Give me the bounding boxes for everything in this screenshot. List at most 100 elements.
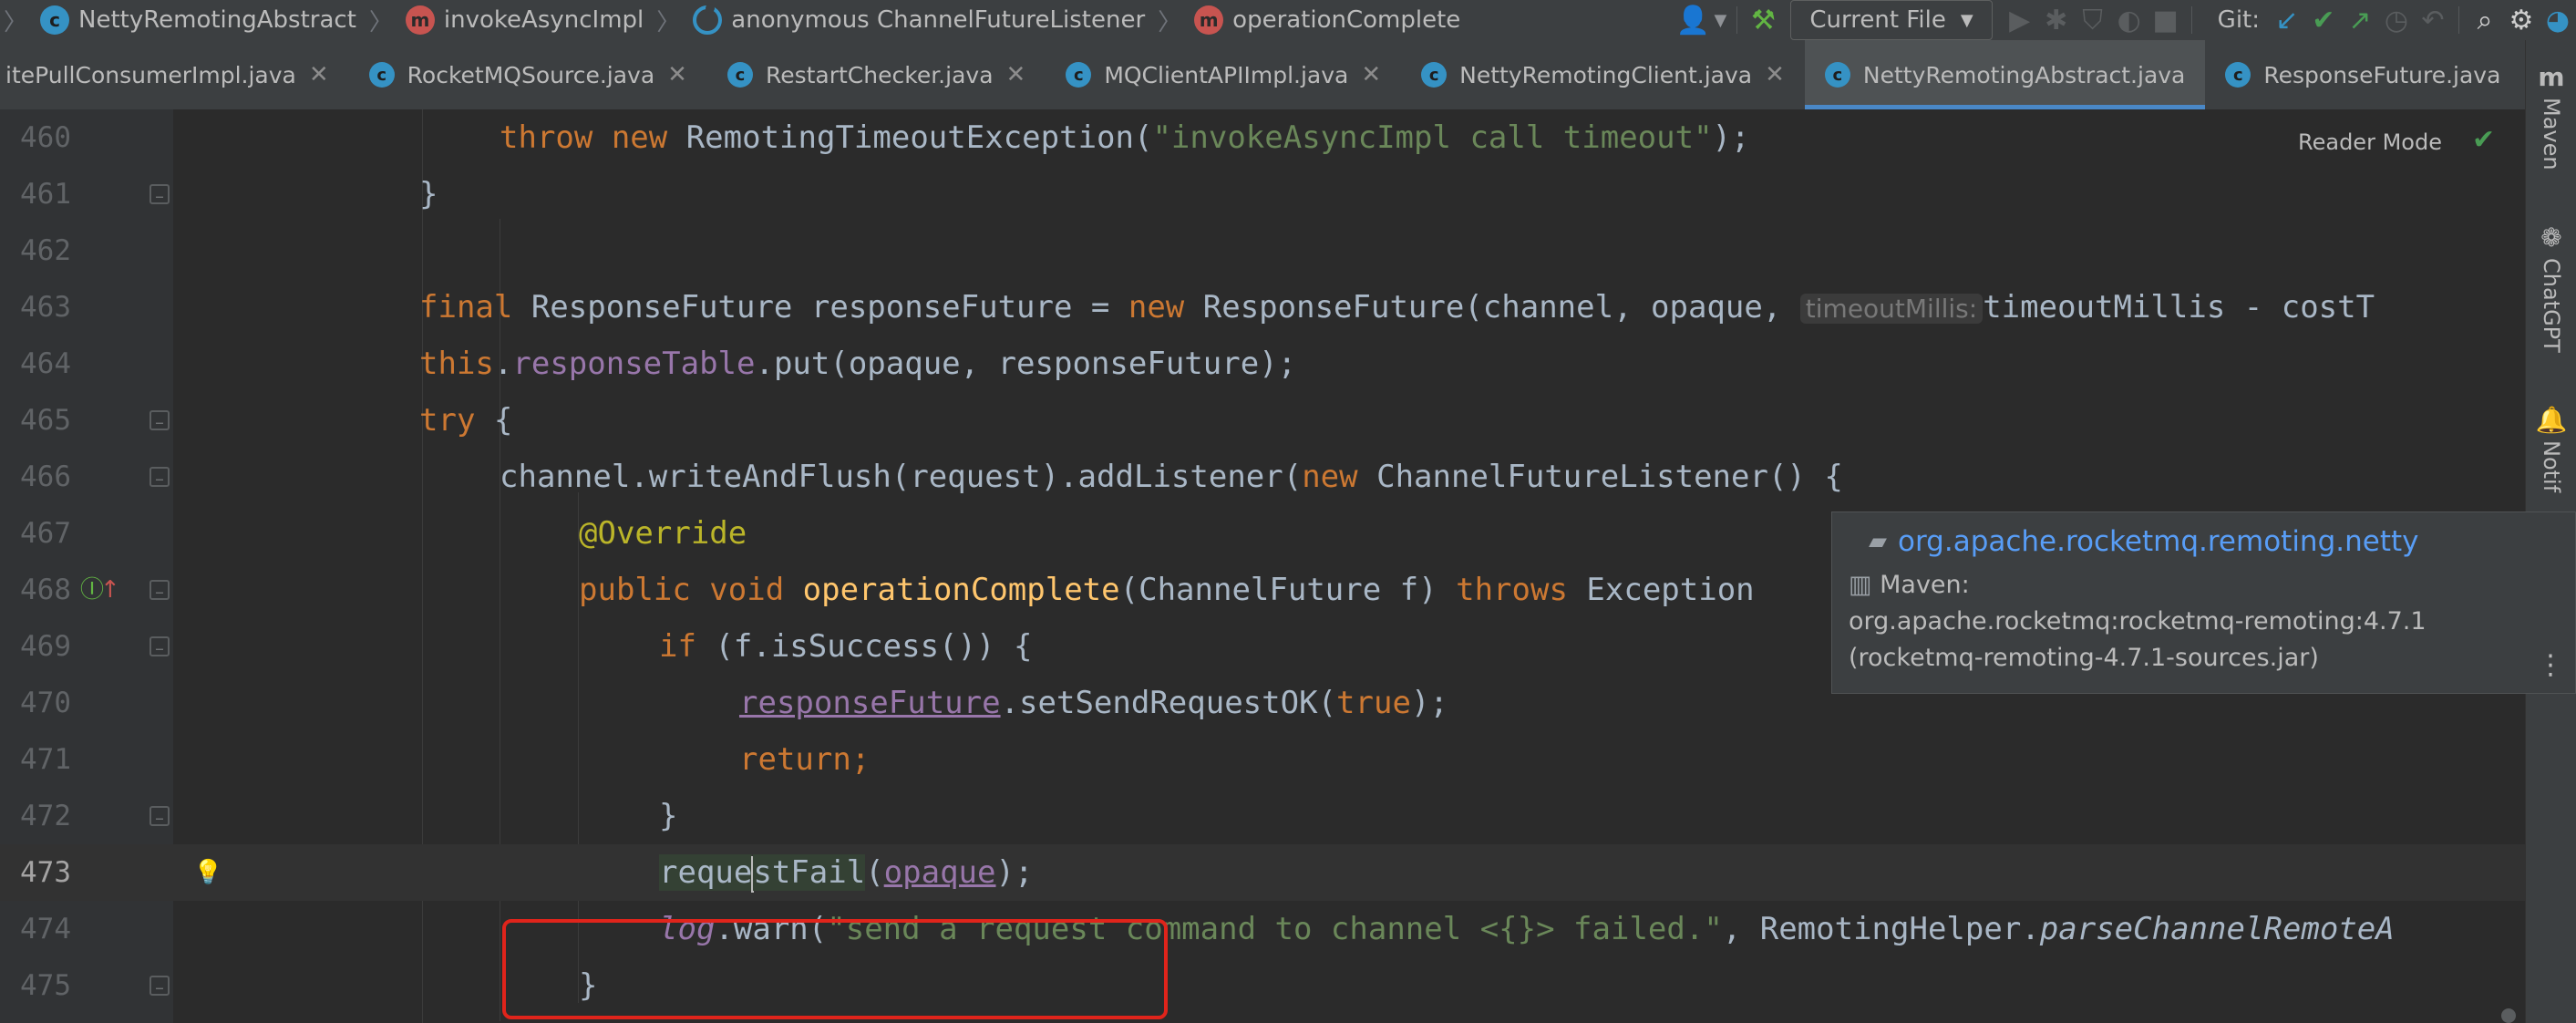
annotation-highlight-box bbox=[502, 919, 1168, 1019]
chevron-right-icon: 〉 bbox=[1158, 8, 1182, 36]
maven-tool-button[interactable]: m Maven bbox=[2526, 62, 2576, 170]
search-icon[interactable]: ⌕ bbox=[2467, 2, 2503, 38]
navigation-bar: 〉 c NettyRemotingAbstract 〉 m invokeAsyn… bbox=[0, 0, 2576, 41]
editor-tab-bar: itePullConsumerImpl.java ✕ c RocketMQSou… bbox=[0, 40, 2525, 111]
breadcrumb-label: invokeAsyncImpl bbox=[443, 6, 644, 34]
chatgpt-icon: ❁ bbox=[2540, 222, 2562, 253]
breadcrumb-class[interactable]: c NettyRemotingAbstract bbox=[31, 5, 366, 35]
arrow-up-icon[interactable]: ↑ bbox=[100, 562, 120, 618]
toolbar-divider bbox=[1736, 6, 1738, 34]
git-commit-icon[interactable]: ✔ bbox=[2305, 2, 2342, 38]
tab-nettyremotingclient[interactable]: c NettyRemotingClient.java ✕ bbox=[1401, 40, 1805, 109]
profile-icon[interactable]: ◐ bbox=[2111, 2, 2148, 38]
tab-label: MQClientAPIImpl.java bbox=[1104, 61, 1349, 88]
close-icon[interactable]: ✕ bbox=[1006, 61, 1026, 88]
stop-icon[interactable]: ■ bbox=[2148, 2, 2184, 38]
code-text: } bbox=[419, 176, 438, 212]
run-icon[interactable]: ▶ bbox=[2002, 2, 2038, 38]
code-line: 466 – channel.writeAndFlush(request).add… bbox=[0, 449, 2525, 505]
close-icon[interactable]: ✕ bbox=[667, 61, 687, 88]
fold-marker-icon[interactable]: – bbox=[149, 806, 170, 828]
code-text: if (f.isSuccess()) { bbox=[659, 628, 1033, 665]
tab-rocketmqsource[interactable]: c RocketMQSource.java ✕ bbox=[349, 40, 707, 109]
code-line-current: 473 💡 requestFail(opaque); bbox=[0, 844, 2525, 901]
line-number: 460 bbox=[20, 121, 71, 154]
breadcrumb-label: NettyRemotingAbstract bbox=[78, 6, 356, 34]
line-number: 463 bbox=[20, 291, 71, 324]
breadcrumb-method[interactable]: m operationComplete bbox=[1185, 5, 1469, 35]
debug-icon[interactable]: ✱ bbox=[2038, 2, 2075, 38]
tab-itepullconsumerimpl[interactable]: itePullConsumerImpl.java ✕ bbox=[0, 40, 349, 109]
line-number: 462 bbox=[20, 234, 71, 267]
code-text: requestFail(opaque); bbox=[659, 854, 1034, 893]
class-icon: c bbox=[40, 5, 70, 35]
notifications-label: Notif bbox=[2539, 440, 2564, 493]
git-update-icon[interactable]: ↙ bbox=[2269, 2, 2305, 38]
code-text: responseFuture.setSendRequestOK(true); bbox=[739, 685, 1448, 721]
class-icon: c bbox=[1421, 62, 1448, 88]
line-number: 461 bbox=[20, 178, 71, 211]
user-icon[interactable]: 👤 bbox=[1674, 2, 1711, 38]
notifications-tool-button[interactable]: 🔔 Notif bbox=[2526, 405, 2576, 492]
code-text: try { bbox=[419, 402, 513, 439]
line-number: 470 bbox=[20, 687, 71, 719]
scrollbar-thumb[interactable] bbox=[2501, 1008, 2516, 1023]
more-vertical-icon[interactable]: ⋮ bbox=[2537, 649, 2564, 681]
close-icon[interactable]: ✕ bbox=[1361, 61, 1381, 88]
rollback-icon[interactable]: ↶ bbox=[2415, 2, 2451, 38]
line-number: 473 bbox=[20, 856, 71, 889]
library-icon: ▥ bbox=[1849, 571, 1872, 599]
close-icon[interactable]: ✕ bbox=[309, 61, 329, 88]
code-line: 461 – } bbox=[0, 166, 2525, 222]
tab-label: NettyRemotingAbstract.java bbox=[1862, 61, 2186, 88]
fold-marker-icon[interactable]: – bbox=[149, 184, 170, 206]
tab-responsefuture[interactable]: c ResponseFuture.java bbox=[2205, 40, 2520, 109]
chevron-right-icon: 〉 bbox=[368, 8, 393, 36]
lightbulb-icon[interactable]: 💡 bbox=[193, 844, 222, 901]
line-number: 471 bbox=[20, 743, 71, 776]
tab-label: NettyRemotingClient.java bbox=[1459, 61, 1753, 88]
tab-label: ResponseFuture.java bbox=[2263, 61, 2501, 88]
close-icon[interactable]: ✕ bbox=[1765, 61, 1785, 88]
chevron-down-icon: ▼ bbox=[1960, 10, 1973, 30]
tab-label: RocketMQSource.java bbox=[407, 61, 655, 88]
git-label: Git: bbox=[2217, 6, 2260, 34]
run-configuration-label: Current File bbox=[1809, 6, 1946, 34]
coverage-icon[interactable]: ⛉ bbox=[2075, 2, 2111, 38]
line-number: 474 bbox=[20, 913, 71, 946]
chevron-down-icon[interactable]: ▼ bbox=[1711, 2, 1729, 38]
tab-nettyremotingabstract[interactable]: c NettyRemotingAbstract.java bbox=[1804, 40, 2206, 109]
git-push-icon[interactable]: ↗ bbox=[2342, 2, 2378, 38]
code-text: throw new RemotingTimeoutException("invo… bbox=[500, 119, 1750, 156]
gear-icon[interactable]: ⚙ bbox=[2503, 2, 2540, 38]
maven-jar: (rocketmq-remoting-4.7.1-sources.jar) bbox=[1849, 644, 2319, 672]
ide-logo-icon[interactable]: ◕ bbox=[2540, 2, 2576, 38]
class-icon: c bbox=[368, 62, 395, 88]
toolbar-divider bbox=[2190, 6, 2192, 34]
quick-documentation-popup: ▰ org.apache.rocketmq.remoting.netty ▥ M… bbox=[1831, 512, 2576, 694]
code-line: 474 log.warn("send a request command to … bbox=[0, 901, 2525, 957]
tab-restartchecker[interactable]: c RestartChecker.java ✕ bbox=[707, 40, 1046, 109]
chatgpt-tool-button[interactable]: ❁ ChatGPT bbox=[2526, 222, 2576, 353]
breadcrumb-method[interactable]: m invokeAsyncImpl bbox=[397, 5, 653, 35]
line-number: 464 bbox=[20, 347, 71, 380]
code-text: this.responseTable.put(opaque, responseF… bbox=[419, 346, 1297, 382]
package-link[interactable]: ▰ org.apache.rocketmq.remoting.netty bbox=[1869, 525, 2419, 558]
build-hammer-icon[interactable]: ⚒ bbox=[1745, 2, 1781, 38]
fold-marker-icon[interactable]: – bbox=[149, 976, 170, 997]
maven-label: Maven bbox=[2539, 98, 2564, 170]
line-number: 465 bbox=[20, 404, 71, 437]
chevron-right-icon: 〉 bbox=[4, 8, 28, 36]
fold-marker-icon[interactable]: – bbox=[149, 467, 170, 489]
bell-icon: 🔔 bbox=[2535, 405, 2568, 435]
tab-mqclientapiimpl[interactable]: c MQClientAPIImpl.java ✕ bbox=[1046, 40, 1401, 109]
run-configuration-selector[interactable]: Current File ▼ bbox=[1790, 0, 1993, 40]
fold-marker-icon[interactable]: – bbox=[149, 580, 170, 602]
maven-icon: m bbox=[2538, 62, 2565, 92]
history-icon[interactable]: ◷ bbox=[2378, 2, 2415, 38]
method-icon: m bbox=[1194, 5, 1224, 35]
tab-label: itePullConsumerImpl.java bbox=[5, 61, 296, 88]
fold-marker-icon[interactable]: – bbox=[149, 410, 170, 432]
fold-marker-icon[interactable]: – bbox=[149, 636, 170, 658]
breadcrumb-anonymous-class[interactable]: anonymous ChannelFutureListener bbox=[684, 4, 1154, 35]
